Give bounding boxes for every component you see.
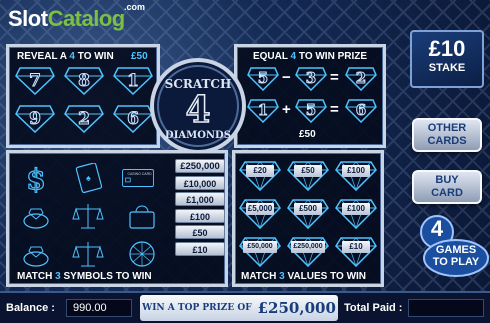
tile-number: 9 (29, 109, 42, 130)
stake-badge: £10 STAKE (410, 30, 484, 88)
balance-value: 990.00 (66, 299, 132, 317)
game-title-logo: SCRATCH 4 DIAMONDS (150, 58, 246, 154)
equation-tile[interactable]: 5 (295, 99, 327, 124)
value-diamond-tile[interactable]: £10 (335, 237, 377, 268)
stake-label: STAKE (428, 62, 466, 74)
value-diamond-tile[interactable]: £100 (335, 161, 377, 192)
symbol-prize-table: £250,000 £10,000 £1,000 £100 £50 £10 (175, 159, 225, 258)
panel-prize: £50 (131, 51, 148, 62)
title-line-2: DIAMONDS (165, 130, 231, 141)
logo-catalog-text: Catalog (47, 6, 126, 31)
equation-result-tile[interactable]: 2 (345, 67, 377, 92)
prize-chip: £1,000 (175, 192, 225, 206)
other-cards-button[interactable]: OTHER CARDS (412, 118, 482, 152)
handbag-icon[interactable] (125, 201, 159, 231)
prize-chip: £250,000 (175, 159, 225, 173)
scratch-number-tile[interactable]: 7 (15, 67, 55, 96)
dollar-sign-icon[interactable]: $ (19, 162, 53, 196)
ring-icon[interactable] (19, 201, 53, 231)
scratch-number-tile[interactable]: 1 (113, 67, 153, 96)
equation-tile[interactable]: 3 (295, 67, 327, 92)
balance-label: Balance : (6, 302, 55, 314)
prize-chip: £100 (175, 208, 225, 223)
value-diamond-tile[interactable]: £5,000 (239, 199, 281, 230)
value-diamond-tile[interactable]: £50,000 (239, 237, 281, 268)
top-prize-banner: WIN A TOP PRIZE OF £250,000 (140, 295, 338, 321)
svg-text:♠: ♠ (86, 173, 91, 183)
prize-chip: £50 (175, 225, 225, 239)
value-diamond-tile[interactable]: £50 (287, 161, 329, 192)
site-logo: SlotCatalog (8, 6, 125, 32)
panel-title: MATCH 3 VALUES TO WIN (241, 271, 367, 282)
total-paid-value (408, 299, 484, 317)
credit-card-icon[interactable]: CASINO CARD (121, 163, 165, 193)
tile-number: 8 (78, 71, 91, 92)
value-diamond-tile[interactable]: £20 (239, 161, 281, 192)
diamond-ball-icon[interactable] (125, 239, 159, 269)
svg-text:CASINO CARD: CASINO CARD (127, 172, 152, 176)
value-diamond-tile[interactable]: £100 (335, 199, 377, 230)
total-paid-label: Total Paid : (344, 302, 403, 314)
scratch-number-tile[interactable]: 2 (64, 105, 104, 134)
logo-slot-text: Slot (8, 6, 48, 31)
match-values-panel: £20 £50 £100 £5,000 £500 £100 £50,000 £2… (232, 150, 384, 287)
scratch-number-tile[interactable]: 6 (113, 105, 153, 134)
games-to-play-badge: 4 GAMES TO PLAY (404, 214, 490, 280)
equal-four-panel: EQUAL 4 TO WIN PRIZE 5 − 3 = 2 1 + 5 = 6… (234, 44, 386, 148)
scales-icon[interactable] (71, 239, 105, 269)
value-diamond-tile[interactable]: £250,000 (287, 237, 329, 268)
scratch-number-tile[interactable]: 9 (15, 105, 55, 134)
prize-chip: £10 (175, 241, 225, 256)
title-number: 4 (185, 89, 210, 131)
games-count: 4 (430, 216, 444, 241)
panel-prize: £50 (299, 129, 316, 140)
ring-icon[interactable] (19, 239, 53, 269)
promo-text: WIN A TOP PRIZE OF (142, 303, 252, 313)
status-bar: Balance : 990.00 WIN A TOP PRIZE OF £250… (0, 291, 490, 323)
equation-tile[interactable]: 5 (247, 67, 279, 92)
operator: + (282, 101, 291, 118)
logo-suffix: .com (124, 2, 146, 12)
panel-title: REVEAL A 4 TO WIN (17, 51, 114, 62)
tile-number: 2 (78, 109, 91, 130)
tile-number: 7 (29, 71, 42, 92)
tile-number: 1 (127, 71, 140, 92)
scratch-number-tile[interactable]: 8 (64, 67, 104, 96)
value-diamond-tile[interactable]: £500 (287, 199, 329, 230)
reveal-four-panel: REVEAL A 4 TO WIN £50 7 8 1 9 2 6 (6, 44, 160, 148)
match-symbols-panel: $ ♠ CASINO CARD £250,000 £10,000 £1,000 … (6, 150, 228, 287)
promo-amount: £250,000 (257, 299, 336, 317)
stake-amount: £10 (428, 36, 466, 61)
panel-title: EQUAL 4 TO WIN PRIZE (252, 51, 368, 62)
equation-tile[interactable]: 1 (247, 99, 279, 124)
scales-icon[interactable] (71, 201, 105, 231)
equals-sign: = (330, 69, 339, 86)
tile-number: 6 (127, 109, 140, 130)
equals-sign: = (330, 101, 339, 118)
prize-chip: £10,000 (175, 175, 225, 190)
equation-result-tile[interactable]: 6 (345, 99, 377, 124)
buy-card-button[interactable]: BUY CARD (412, 170, 482, 204)
operator: − (282, 69, 291, 86)
playing-card-icon[interactable]: ♠ (71, 162, 105, 194)
svg-text:$: $ (26, 163, 45, 193)
panel-title: MATCH 3 SYMBOLS TO WIN (17, 271, 152, 282)
games-label: GAMES TO PLAY (432, 244, 480, 268)
